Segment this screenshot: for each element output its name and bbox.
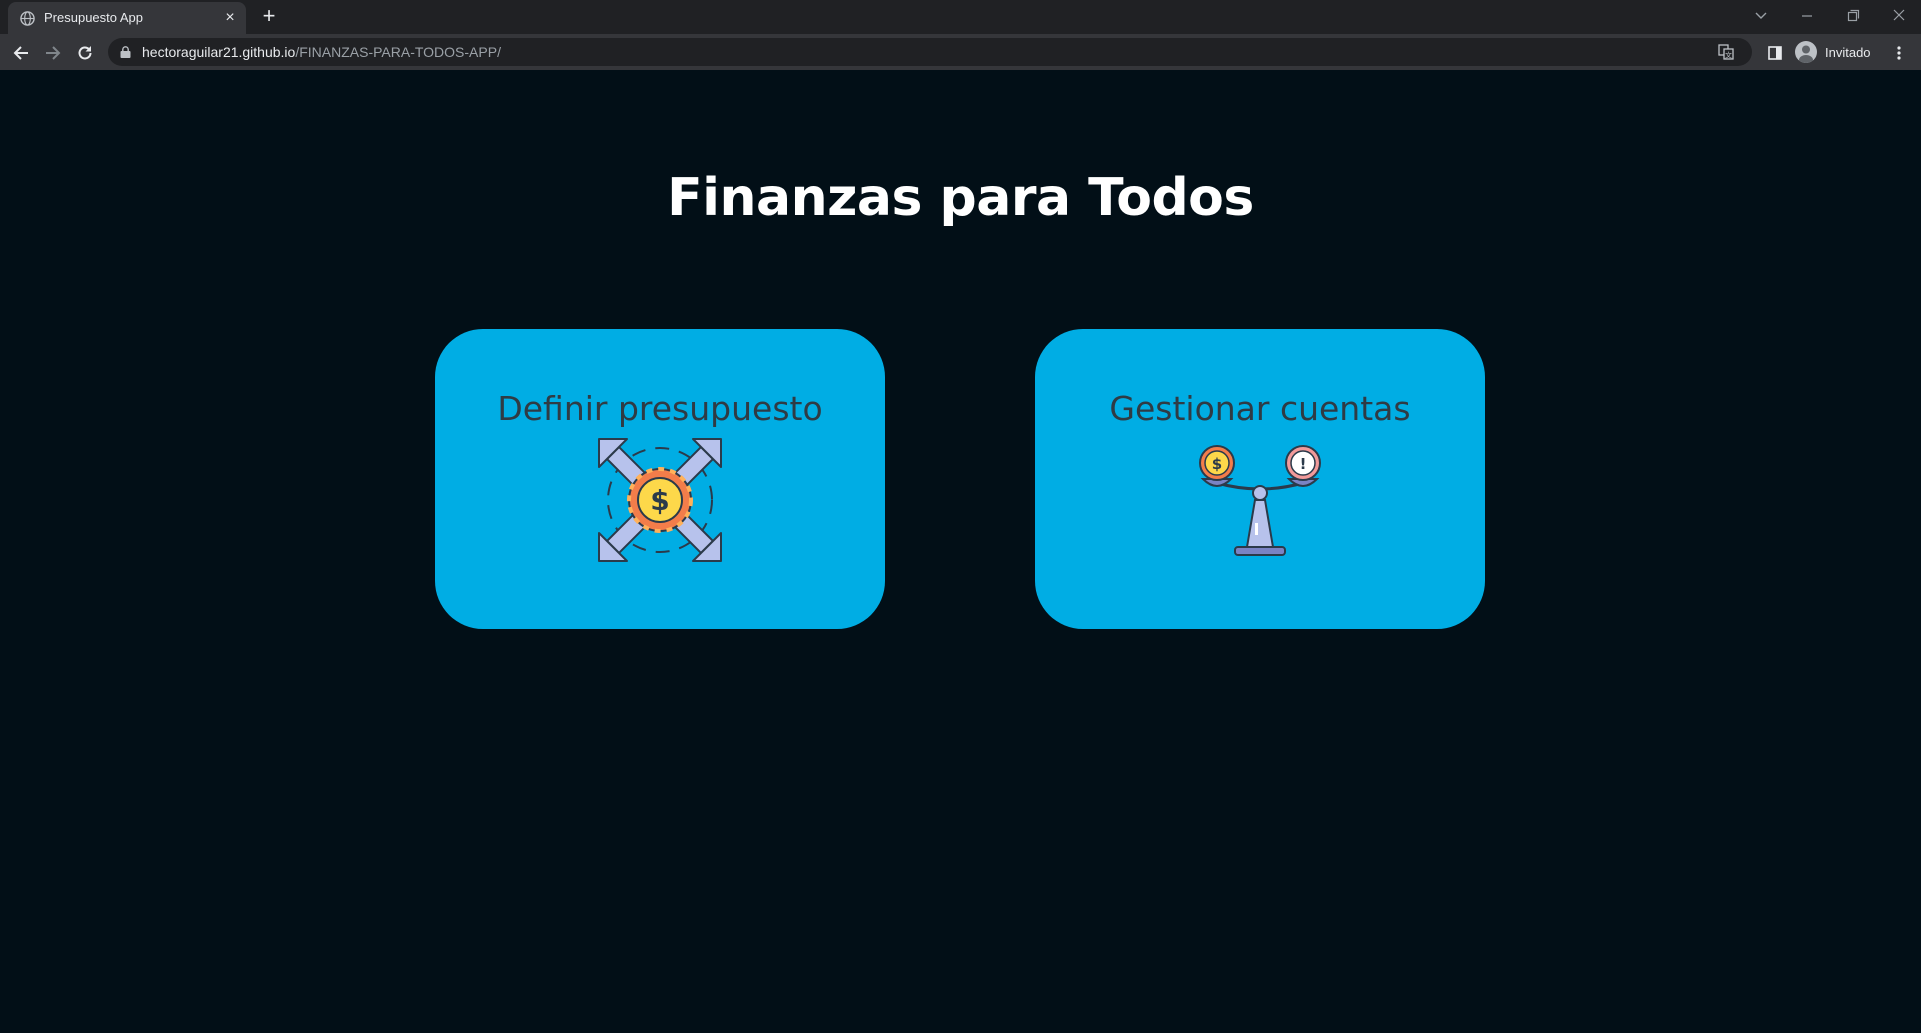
browser-tabstrip: Presupuesto App × + <box>0 0 1921 34</box>
minimize-icon[interactable] <box>1792 4 1822 26</box>
browser-menu-button[interactable] <box>1888 42 1910 64</box>
svg-text:!: ! <box>1300 455 1307 473</box>
tab-close-button[interactable]: × <box>222 10 238 26</box>
url-path: /FINANZAS-PARA-TODOS-APP/ <box>295 44 501 60</box>
manage-accounts-card[interactable]: Gestionar cuentas $ ! <box>1035 329 1485 629</box>
tab-search-chevron-icon[interactable] <box>1746 4 1776 26</box>
restore-icon[interactable] <box>1838 4 1868 26</box>
tab-title: Presupuesto App <box>44 10 144 25</box>
profile-button[interactable]: Invitado <box>1795 40 1871 64</box>
card-label: Definir presupuesto <box>497 389 823 428</box>
browser-tab[interactable]: Presupuesto App × <box>8 2 246 34</box>
browser-toolbar: hectoraguilar21.github.io/FINANZAS-PARA-… <box>0 34 1921 70</box>
arrow-right-icon <box>46 46 61 60</box>
arrow-left-icon <box>13 46 28 60</box>
new-tab-button[interactable]: + <box>258 5 280 28</box>
side-panel-button[interactable] <box>1764 42 1786 64</box>
side-panel-icon <box>1768 46 1782 60</box>
svg-text:$: $ <box>1212 455 1222 473</box>
address-bar[interactable]: hectoraguilar21.github.io/FINANZAS-PARA-… <box>108 38 1752 66</box>
globe-icon <box>20 11 35 26</box>
translate-icon[interactable]: 文 <box>1718 44 1734 60</box>
avatar-icon <box>1795 41 1817 63</box>
card-label: Gestionar cuentas <box>1109 389 1411 428</box>
page-content: Finanzas para Todos Definir presupuesto <box>0 70 1921 1033</box>
back-button[interactable] <box>10 42 32 64</box>
kebab-menu-icon <box>1897 46 1901 60</box>
define-budget-card[interactable]: Definir presupuesto $ <box>435 329 885 629</box>
url-host: hectoraguilar21.github.io <box>142 44 296 60</box>
budget-arrows-coin-icon: $ <box>598 438 722 562</box>
svg-text:$: $ <box>650 484 669 517</box>
page-title: Finanzas para Todos <box>667 168 1254 228</box>
reload-button[interactable] <box>74 42 96 64</box>
forward-button[interactable] <box>42 42 64 64</box>
close-window-icon[interactable] <box>1884 4 1914 26</box>
profile-label: Invitado <box>1825 44 1871 60</box>
lock-icon <box>120 46 131 58</box>
svg-text:文: 文 <box>1725 51 1732 60</box>
balance-scale-icon: $ ! <box>1199 445 1321 556</box>
reload-icon <box>78 46 92 60</box>
url-text: hectoraguilar21.github.io/FINANZAS-PARA-… <box>142 44 501 60</box>
